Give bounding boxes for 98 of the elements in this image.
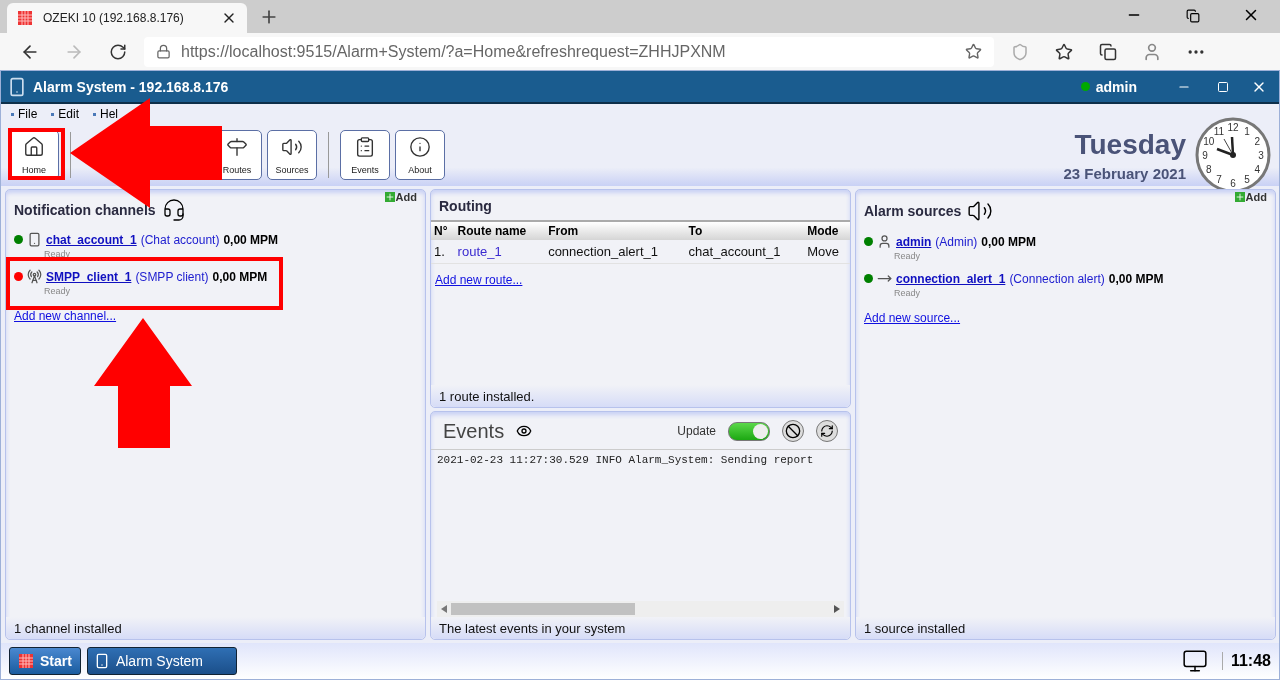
- panel-footer: 1 source installed: [856, 617, 1275, 639]
- headset-icon: [161, 198, 186, 222]
- address-bar[interactable]: https://localhost:9515/Alarm+System/?a=Home&refreshrequest=ZHHJPXNM: [144, 36, 994, 67]
- panel-title: Routing: [439, 198, 492, 214]
- user-icon: [877, 234, 892, 249]
- lock-icon[interactable]: [156, 44, 171, 59]
- panel-footer: The latest events in your system: [431, 617, 850, 639]
- plus-icon: [1234, 192, 1245, 202]
- column-header: N°: [431, 221, 455, 240]
- column-header: Route name: [454, 221, 546, 240]
- item-rate: 0,00 MPM: [223, 232, 279, 247]
- clock-numeral: 9: [1202, 150, 1208, 161]
- add-button[interactable]: Add: [1234, 191, 1267, 203]
- day-name: Tuesday: [1074, 128, 1186, 161]
- plus-icon: [384, 192, 395, 202]
- clock-numeral: 7: [1216, 174, 1222, 186]
- clock-numeral: 5: [1244, 174, 1250, 186]
- scrollbar-thumb[interactable]: [451, 603, 635, 615]
- clock-numeral: 8: [1205, 164, 1212, 175]
- item-status: Ready: [893, 251, 921, 261]
- menu-item[interactable]: Edit: [51, 107, 80, 121]
- panel-title: Events: [443, 419, 505, 443]
- item-type: (Connection alert): [1009, 271, 1105, 286]
- clock-numeral: 4: [1254, 164, 1261, 175]
- table-cell[interactable]: route_1: [454, 240, 546, 264]
- refresh-button[interactable]: [816, 420, 838, 443]
- clock-numeral: 2: [1254, 136, 1261, 147]
- app-icon: [7, 76, 27, 97]
- app-title: Alarm System - 192.168.8.176: [33, 78, 229, 95]
- start-button[interactable]: Start: [9, 647, 81, 675]
- item-link[interactable]: chat_account_1: [46, 232, 137, 247]
- table-cell: chat_account_1: [685, 240, 805, 264]
- item-type: (Admin): [935, 234, 978, 249]
- browser-tab[interactable]: OZEKI 10 (192.168.8.176): [7, 3, 247, 33]
- item-link[interactable]: SMPP_client_1: [46, 269, 132, 284]
- scroll-left-icon[interactable]: [441, 605, 447, 613]
- item-status: Ready: [43, 286, 71, 296]
- item-type: (Chat account): [140, 232, 220, 247]
- toolbar-button[interactable]: About: [395, 130, 445, 180]
- speaker-icon: [281, 136, 303, 158]
- clock-numeral: 11: [1213, 125, 1225, 137]
- panel-footer: 1 channel installed: [6, 617, 425, 639]
- ozeki-logo-icon: [17, 10, 33, 26]
- signpost-icon: [226, 136, 248, 158]
- panel-title: Notification channels: [14, 202, 156, 218]
- item-link[interactable]: admin: [896, 234, 932, 249]
- table-cell: 1.: [431, 240, 455, 264]
- phone-icon: [27, 232, 42, 247]
- add-button[interactable]: Add: [384, 191, 417, 203]
- item-status: Ready: [893, 288, 921, 298]
- monitor-icon[interactable]: [1181, 648, 1208, 674]
- clipboard-icon: [354, 136, 376, 158]
- add-route-link[interactable]: Add new route...: [435, 273, 523, 287]
- update-label: Update: [677, 424, 716, 439]
- panel-title: Alarm sources: [864, 203, 962, 219]
- bookmark-star-icon[interactable]: [965, 43, 982, 60]
- log-line: 2021-02-23 11:27:30.529 INFO Alarm_System: Sending report: [437, 453, 815, 466]
- add-source-link[interactable]: Add new source...: [864, 311, 961, 325]
- taskbar-item[interactable]: Alarm System: [86, 647, 237, 675]
- user-name: admin: [1095, 78, 1137, 95]
- clock-numeral: 6: [1230, 178, 1236, 189]
- highlight-frame: [8, 128, 65, 180]
- update-toggle[interactable]: [728, 421, 770, 441]
- item-rate: 0,00 MPM: [981, 234, 1037, 249]
- maximize-icon[interactable]: [1217, 80, 1229, 93]
- refresh-icon: [820, 424, 834, 439]
- column-header: Mode: [804, 221, 850, 240]
- panel-footer: 1 route installed.: [431, 384, 850, 407]
- scroll-right-icon[interactable]: [834, 605, 840, 613]
- clock-numeral: 12: [1227, 122, 1239, 133]
- item-type: (SMPP client): [135, 269, 209, 284]
- item-rate: 0,00 MPM: [212, 269, 268, 284]
- info-icon: [409, 136, 431, 158]
- block-icon: [785, 423, 801, 440]
- menu-item[interactable]: Hel: [93, 107, 119, 121]
- clear-button[interactable]: [782, 420, 804, 443]
- item-status: Ready: [43, 249, 71, 259]
- home-icon: [23, 136, 45, 158]
- item-link[interactable]: connection_alert_1: [896, 271, 1006, 286]
- menu-item[interactable]: File: [11, 107, 38, 121]
- add-channel-link[interactable]: Add new channel...: [14, 309, 117, 323]
- column-header: From: [545, 221, 686, 240]
- date-text: 23 February 2021: [1063, 164, 1186, 182]
- clock-numeral: 3: [1258, 150, 1264, 161]
- toolbar-button[interactable]: Sources: [267, 130, 317, 180]
- tab-title: OZEKI 10 (192.168.8.176): [43, 11, 184, 25]
- url-text: https://localhost:9515/Alarm+System/?a=Home&refreshrequest=ZHHJPXNM: [181, 42, 726, 61]
- restore-icon[interactable]: [1186, 9, 1200, 23]
- clock-numeral: 1: [1244, 125, 1250, 137]
- antenna-icon: [27, 269, 42, 284]
- toolbar-button[interactable]: Events: [340, 130, 390, 180]
- table-cell: Move: [804, 240, 850, 264]
- clock-numeral: 10: [1203, 136, 1215, 147]
- clock-time: 11:48: [1221, 652, 1271, 670]
- ozeki-logo-icon: [18, 653, 34, 669]
- item-rate: 0,00 MPM: [1108, 271, 1164, 286]
- table-cell: connection_alert_1: [545, 240, 686, 264]
- column-header: To: [685, 221, 805, 240]
